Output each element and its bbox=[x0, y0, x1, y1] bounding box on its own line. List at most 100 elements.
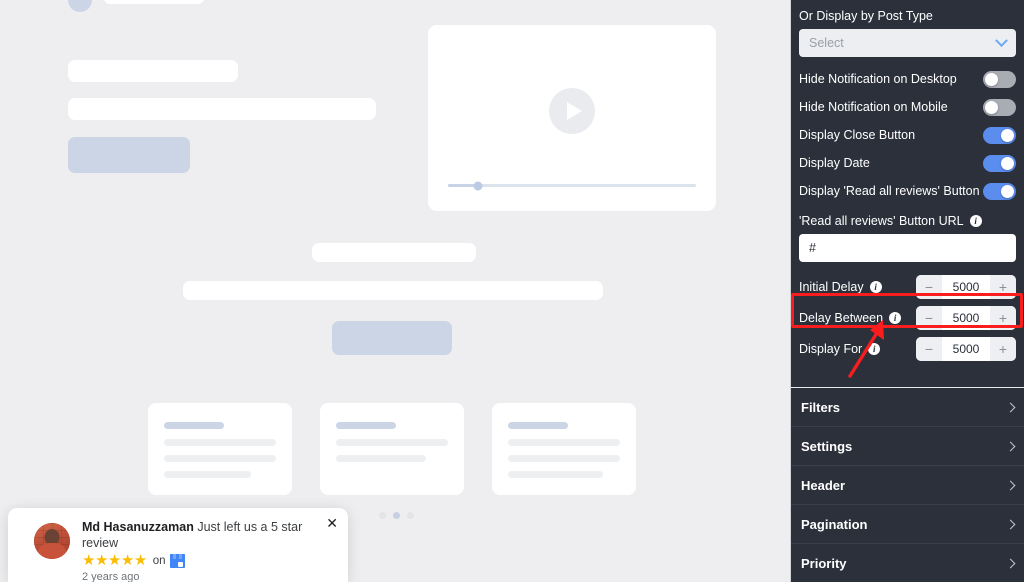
stepper-value[interactable]: 5000 bbox=[942, 311, 990, 325]
gmb-door bbox=[177, 561, 183, 567]
post-type-select[interactable]: Select bbox=[799, 29, 1016, 57]
info-icon[interactable]: i bbox=[889, 311, 902, 324]
review-rating-row: ★ ★ ★ ★ ★ on bbox=[82, 553, 336, 568]
post-type-select-value: Select bbox=[809, 36, 844, 50]
stepper-initial-delay[interactable]: − 5000 + bbox=[916, 274, 1016, 299]
stepper-label-wrap: Display For i bbox=[799, 341, 881, 356]
carousel-dot-active[interactable] bbox=[393, 512, 400, 519]
toggle-display-read-all-reviews[interactable] bbox=[983, 182, 1016, 200]
toggle-knob bbox=[985, 72, 998, 86]
accordion-header[interactable]: Header bbox=[791, 466, 1024, 505]
avatar-body bbox=[37, 543, 67, 559]
accordion-label: Filters bbox=[801, 399, 841, 415]
toggle-row-read-all-reviews[interactable]: Display 'Read all reviews' Button bbox=[799, 177, 1016, 205]
toggle-knob bbox=[1001, 128, 1014, 142]
accordion-label: Header bbox=[801, 477, 846, 493]
skeleton-card bbox=[492, 403, 636, 495]
chevron-right-icon bbox=[1005, 480, 1016, 490]
skeleton-mid-line-1 bbox=[312, 243, 476, 262]
toggle-row-close-button[interactable]: Display Close Button bbox=[799, 121, 1016, 149]
star-icon: ★ bbox=[82, 552, 95, 570]
stepper-label: Display For bbox=[799, 341, 863, 356]
skeleton-card bbox=[148, 403, 292, 495]
skeleton-video-player bbox=[428, 25, 716, 211]
accordion-settings[interactable]: Settings bbox=[791, 427, 1024, 466]
video-progress-track bbox=[448, 181, 696, 190]
stepper-row-delay-between: Delay Between i − 5000 + bbox=[799, 302, 1016, 333]
toggle-row-hide-mobile[interactable]: Hide Notification on Mobile bbox=[799, 93, 1016, 121]
review-timestamp: 2 years ago bbox=[82, 571, 140, 582]
star-icon: ★ bbox=[120, 552, 134, 570]
toggle-label: Hide Notification on Desktop bbox=[799, 72, 957, 86]
toggle-row-hide-desktop[interactable]: Hide Notification on Desktop bbox=[799, 65, 1016, 93]
toggle-row-display-date[interactable]: Display Date bbox=[799, 149, 1016, 177]
stepper-row-display-for: Display For i − 5000 + bbox=[799, 333, 1016, 364]
accordion-filters[interactable]: Filters bbox=[791, 388, 1024, 427]
accordion-priority[interactable]: Priority bbox=[791, 544, 1024, 582]
carousel-dot[interactable] bbox=[379, 512, 386, 519]
toggle-label: Hide Notification on Mobile bbox=[799, 100, 948, 114]
skeleton-card-line bbox=[164, 455, 276, 462]
toggle-label: Display 'Read all reviews' Button bbox=[799, 184, 980, 198]
accordion-pagination[interactable]: Pagination bbox=[791, 505, 1024, 544]
decrement-button[interactable]: − bbox=[916, 336, 942, 361]
info-icon[interactable]: i bbox=[969, 215, 982, 227]
review-content: Md Hasanuzzaman Just left us a 5 star re… bbox=[82, 518, 336, 582]
increment-button[interactable]: + bbox=[990, 274, 1016, 299]
skeleton-mid-button bbox=[332, 321, 452, 355]
skeleton-card bbox=[320, 403, 464, 495]
decrement-button[interactable]: − bbox=[916, 305, 942, 330]
google-business-profile-icon bbox=[169, 553, 185, 568]
review-headline: Md Hasanuzzaman Just left us a 5 star re… bbox=[82, 520, 336, 551]
skeleton-card-title bbox=[164, 422, 224, 429]
toggle-hide-notification-mobile[interactable] bbox=[983, 98, 1016, 116]
skeleton-card-row bbox=[148, 403, 636, 495]
skeleton-top-bar bbox=[104, 0, 204, 4]
close-icon[interactable]: ✕ bbox=[326, 516, 338, 530]
settings-sidebar: Or Display by Post Type Select Hide Noti… bbox=[790, 0, 1024, 582]
avatar bbox=[34, 523, 70, 559]
accordion-label: Pagination bbox=[801, 516, 868, 532]
increment-button[interactable]: + bbox=[990, 305, 1016, 330]
review-on-label: on bbox=[152, 554, 166, 567]
gmb-awning bbox=[169, 553, 185, 559]
review-notification-popup[interactable]: Md Hasanuzzaman Just left us a 5 star re… bbox=[8, 508, 348, 582]
button-url-value: # bbox=[809, 241, 816, 255]
stepper-value[interactable]: 5000 bbox=[942, 342, 990, 356]
info-icon[interactable]: i bbox=[869, 280, 882, 293]
skeleton-subheading-line bbox=[68, 98, 376, 120]
skeleton-card-line bbox=[508, 439, 620, 446]
skeleton-card-title bbox=[336, 422, 396, 429]
accordion-label: Settings bbox=[801, 438, 853, 454]
chevron-right-icon bbox=[1005, 519, 1016, 529]
toggle-label: Display Date bbox=[799, 156, 870, 170]
increment-button[interactable]: + bbox=[990, 336, 1016, 361]
star-icon: ★ bbox=[133, 552, 147, 570]
stepper-value[interactable]: 5000 bbox=[942, 280, 990, 294]
stepper-display-for[interactable]: − 5000 + bbox=[916, 336, 1016, 361]
skeleton-mid-line-2 bbox=[183, 281, 603, 300]
skeleton-card-line bbox=[508, 455, 620, 462]
play-icon bbox=[549, 87, 595, 134]
decrement-button[interactable]: − bbox=[916, 274, 942, 299]
carousel-dot[interactable] bbox=[407, 512, 414, 519]
stepper-label-wrap: Delay Between i bbox=[799, 311, 902, 325]
carousel-pagination[interactable] bbox=[379, 512, 414, 519]
stepper-label: Initial Delay bbox=[799, 279, 864, 294]
stepper-row-initial-delay: Initial Delay i − 5000 + bbox=[799, 271, 1016, 302]
post-type-label: Or Display by Post Type bbox=[799, 9, 933, 23]
toggle-display-close-button[interactable] bbox=[983, 126, 1016, 144]
toggle-label: Display Close Button bbox=[799, 128, 916, 142]
toggle-hide-notification-desktop[interactable] bbox=[983, 70, 1016, 88]
toggle-display-date[interactable] bbox=[983, 154, 1016, 172]
info-icon[interactable]: i bbox=[868, 342, 881, 355]
sidebar-fields: Or Display by Post Type Select Hide Noti… bbox=[791, 0, 1024, 379]
video-progress-knob bbox=[473, 181, 483, 190]
button-url-input[interactable]: # bbox=[799, 234, 1016, 262]
star-icon: ★ bbox=[94, 552, 108, 570]
stepper-delay-between[interactable]: − 5000 + bbox=[916, 305, 1016, 330]
skeleton-top-avatar bbox=[68, 0, 92, 12]
app-root: Md Hasanuzzaman Just left us a 5 star re… bbox=[0, 0, 1024, 582]
skeleton-card-line bbox=[164, 439, 276, 446]
skeleton-heading-line bbox=[68, 60, 238, 82]
